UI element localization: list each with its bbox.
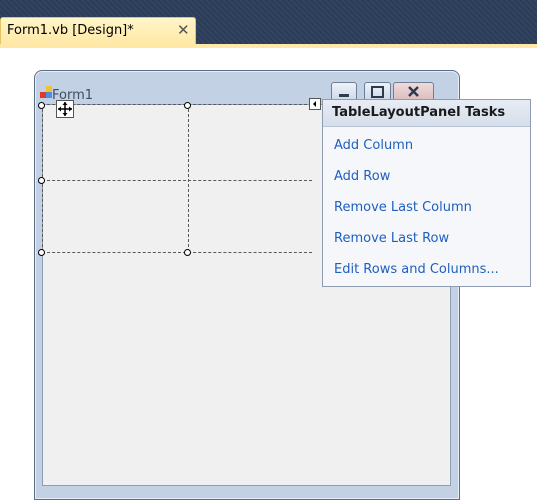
tab-label: Form1.vb [Design]*: [7, 23, 134, 38]
resize-handle[interactable]: [38, 177, 45, 184]
tab-form1-design[interactable]: Form1.vb [Design]* ✕: [0, 17, 196, 44]
close-icon[interactable]: ✕: [177, 21, 190, 39]
move-arrows-icon: [58, 102, 72, 116]
task-add-row[interactable]: Add Row: [334, 161, 530, 192]
task-remove-last-column[interactable]: Remove Last Column: [334, 192, 530, 223]
grid-line: [42, 252, 312, 253]
task-edit-rows-columns[interactable]: Edit Rows and Columns...: [334, 254, 530, 285]
grid-line: [42, 180, 312, 181]
resize-handle[interactable]: [38, 102, 45, 109]
grid-line: [42, 104, 312, 105]
resize-handle[interactable]: [184, 102, 191, 109]
task-remove-last-row[interactable]: Remove Last Row: [334, 223, 530, 254]
grid-line: [188, 104, 189, 252]
task-list: Add Column Add Row Remove Last Column Re…: [323, 127, 530, 285]
tablelayoutpanel-tasks-panel: TableLayoutPanel Tasks Add Column Add Ro…: [322, 99, 531, 287]
move-icon[interactable]: [56, 100, 74, 118]
resize-handle[interactable]: [38, 249, 45, 256]
smart-tag-arrow-icon[interactable]: [309, 98, 321, 110]
tasks-panel-header: TableLayoutPanel Tasks: [323, 100, 530, 127]
task-add-column[interactable]: Add Column: [334, 130, 530, 161]
resize-handle[interactable]: [184, 249, 191, 256]
table-layout-panel[interactable]: [42, 104, 312, 253]
chevron-left-icon: [313, 101, 316, 107]
